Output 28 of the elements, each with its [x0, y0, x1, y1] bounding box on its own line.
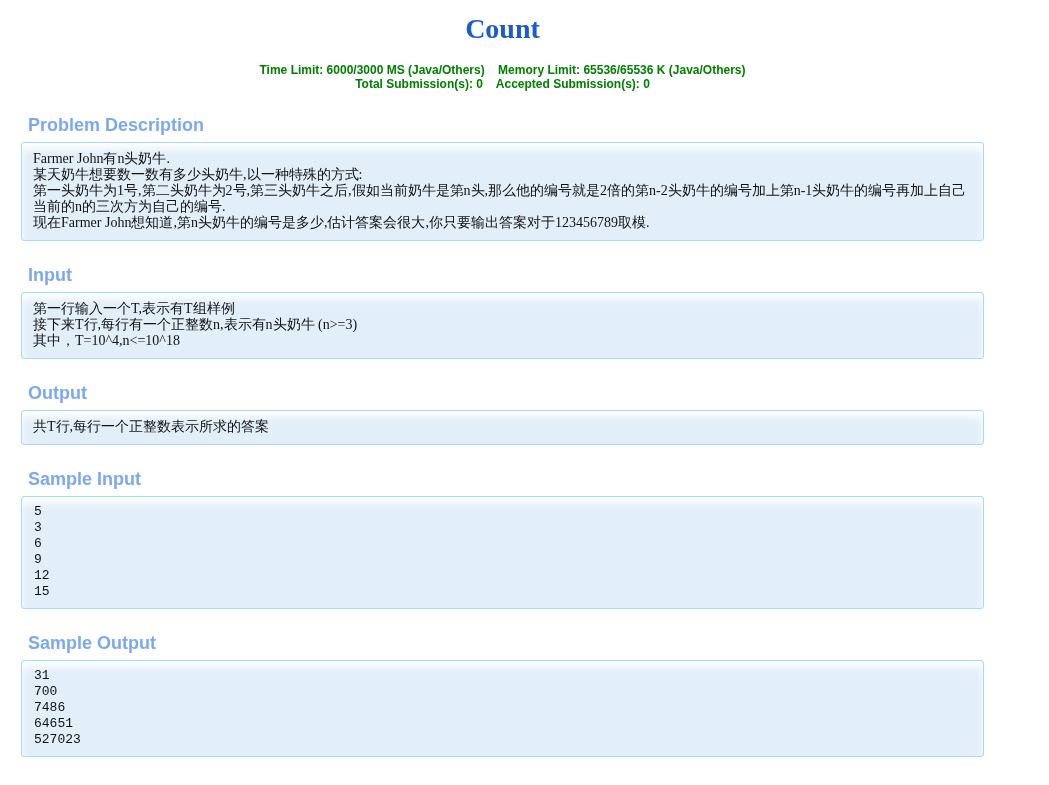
limit-info: Time Limit: 6000/3000 MS (Java/Others) Memory Limit: 65536/65536 K (Java/Others) — [259, 63, 746, 77]
sample-line: 7486 — [33, 700, 66, 716]
sample-line: 31 — [33, 668, 50, 684]
section-heading: Problem Description — [28, 115, 205, 135]
section-heading: Input — [28, 265, 72, 285]
sample-line: 9 — [33, 552, 42, 568]
text-line: 接下来T行,每行有一个正整数n,表示有n头奶牛 (n>=3) — [33, 317, 358, 333]
section-heading: Sample Input — [28, 469, 141, 489]
sample-line: 64651 — [33, 716, 73, 732]
sample-line: 12 — [33, 568, 50, 584]
text-line: 第一头奶牛为1号,第二头奶牛为2号,第三头奶牛之后,假如当前奶牛是第n头,那么他的编号就是2倍的第n-2头奶牛的编号加上第n-1头奶牛的编号再加上自己 — [33, 183, 967, 199]
limit-info: Total Submission(s): 0 Accepted Submission(s): 0 — [355, 77, 650, 91]
problem-title: Count — [464, 12, 541, 46]
text-line: 第一行输入一个T,表示有T组样例 — [33, 301, 235, 317]
sample-line: 700 — [33, 684, 58, 700]
text-line: 共T行,每行一个正整数表示所求的答案 — [33, 419, 270, 435]
section-heading: Sample Output — [28, 633, 156, 653]
sample-line: 15 — [33, 584, 50, 600]
text-line: 其中，T=10^4,n<=10^18 — [33, 333, 180, 349]
section-heading: Output — [28, 383, 87, 403]
text-line: 现在Farmer John想知道,第n头奶牛的编号是多少,估计答案会很大,你只要输出答案对于123456789取模. — [33, 215, 650, 231]
sample-line: 527023 — [33, 732, 81, 748]
sample-line: 3 — [33, 520, 42, 536]
sample-line: 5 — [33, 504, 42, 520]
text-line: 某天奶牛想要数一数有多少头奶牛,以一种特殊的方式: — [33, 167, 363, 183]
text-line: Farmer John有n头奶牛. — [33, 151, 170, 167]
sample-line: 6 — [33, 536, 42, 552]
text-line: 当前的n的三次方为自己的编号. — [33, 199, 226, 215]
